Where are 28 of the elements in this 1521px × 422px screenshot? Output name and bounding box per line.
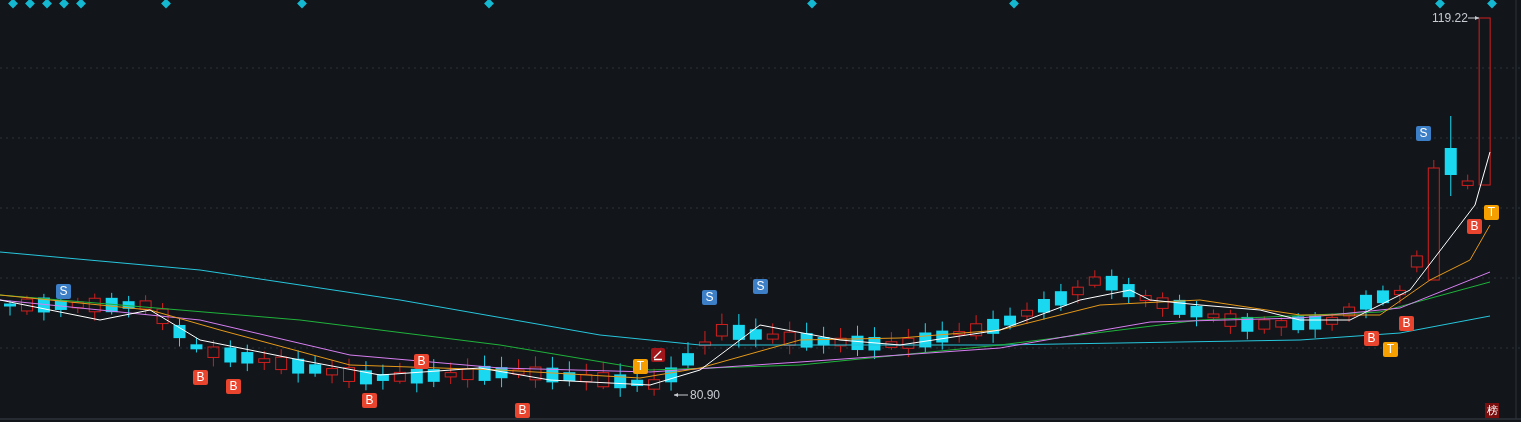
signal-badge: S <box>753 279 768 294</box>
signal-badge: S <box>1416 126 1431 141</box>
signal-diamond-icon <box>1435 0 1445 9</box>
high-arrow-icon <box>1467 16 1480 20</box>
signal-badge: T <box>1383 342 1398 357</box>
signal-diamond-icon <box>161 0 171 9</box>
signal-badge: B <box>1364 331 1379 346</box>
signal-badge: B <box>226 379 241 394</box>
signal-badge: B <box>193 370 208 385</box>
signal-diamond-icon <box>807 0 817 9</box>
ranking-badge[interactable]: 榜 <box>1485 403 1499 418</box>
signal-badge: B <box>1467 219 1482 234</box>
signal-badge: S <box>702 290 717 305</box>
signal-badge: B <box>362 393 377 408</box>
signal-diamond-icon <box>484 0 494 9</box>
signal-diamond-icon <box>297 0 307 9</box>
pen-icon <box>651 348 665 362</box>
signal-diamond-icon <box>1487 0 1497 9</box>
signal-badge: B <box>414 354 429 369</box>
signal-badge: T <box>1484 205 1499 220</box>
signal-badge: T <box>633 359 648 374</box>
signal-badge: S <box>56 284 71 299</box>
signal-diamond-icon <box>1009 0 1019 9</box>
low-price-label: 80.90 <box>690 388 721 402</box>
high-price-label: 119.22 <box>1432 11 1468 25</box>
signal-badge: B <box>1399 316 1414 331</box>
signal-badge: B <box>515 403 530 418</box>
low-arrow-icon <box>673 393 689 397</box>
